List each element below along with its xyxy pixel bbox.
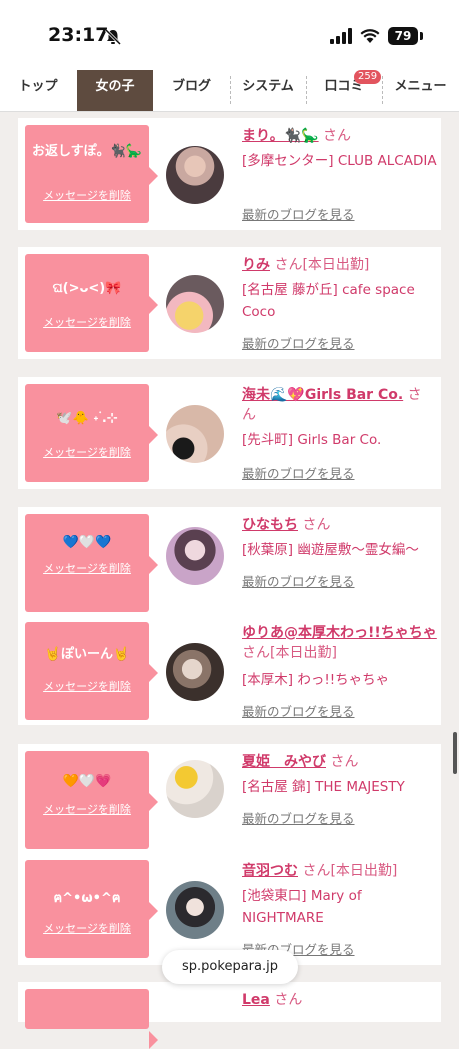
avatar[interactable] (166, 275, 224, 333)
message-text: ฅ^•ω•^ฅ (53, 891, 121, 906)
message-text: 🧡🤍💗 (62, 774, 112, 789)
name-suffix: さん (323, 128, 352, 144)
avatar[interactable] (166, 881, 224, 939)
girl-name-line: ひなもち さん (242, 515, 432, 535)
delete-message-link[interactable]: メッセージを削除 (25, 678, 149, 694)
girl-name-link[interactable]: Lea (242, 992, 270, 1008)
message-bubble (25, 989, 158, 1049)
delete-message-link[interactable]: メッセージを削除 (25, 444, 149, 460)
battery-indicator: 79 (388, 27, 418, 45)
girl-name-link[interactable]: りみ (242, 257, 270, 273)
shop-name[interactable]: [名古屋 錦] THE MAJESTY (242, 776, 438, 798)
wifi-icon (360, 29, 380, 43)
main-nav: トップ 女の子 ブログ システム 口コミ 259 メニュー (0, 70, 459, 112)
latest-blog-link[interactable]: 最新のブログを見る (242, 701, 355, 720)
girl-name-line: りみ さん[本日出勤] (242, 255, 432, 275)
message-text: 🕊️🐥 ˖ ࣪.⊹ (56, 411, 118, 426)
name-suffix: さん[本日出勤] (302, 863, 398, 879)
message-bubble: 🕊️🐥 ˖ ࣪.⊹ メッセージを削除 (25, 384, 158, 482)
tab-top[interactable]: トップ (0, 70, 76, 111)
message-bubble: ଘ(>ᴗ<)🎀 メッセージを削除 (25, 254, 158, 352)
shop-name[interactable]: [本厚木] わっ!!ちゃちゃ (242, 669, 438, 691)
message-bubble: ฅ^•ω•^ฅ メッセージを削除 (25, 860, 158, 958)
message-bubble: 🧡🤍💗 メッセージを削除 (25, 751, 158, 849)
cellular-signal-icon (330, 28, 352, 44)
girl-name-link[interactable]: 音羽つむ (242, 863, 298, 879)
latest-blog-link[interactable]: 最新のブログを見る (242, 463, 355, 482)
name-suffix: さん (302, 517, 331, 533)
message-card: ฅ^•ω•^ฅ メッセージを削除 音羽つむ さん[本日出勤] [池袋東口] Ma… (18, 853, 441, 965)
delete-message-link[interactable]: メッセージを削除 (25, 801, 149, 817)
shop-name[interactable]: [先斗町] Girls Bar Co. (242, 429, 438, 451)
message-text: 🤘ぽいーん🤘 (44, 647, 130, 662)
message-card: 🧡🤍💗 メッセージを削除 夏姫 みやび さん [名古屋 錦] THE MAJES… (18, 744, 441, 856)
avatar[interactable] (166, 146, 224, 204)
girl-name-line: 海未🌊💖Girls Bar Co. さん (242, 385, 432, 425)
latest-blog-link[interactable]: 最新のブログを見る (242, 808, 355, 827)
latest-blog-link[interactable]: 最新のブログを見る (242, 204, 355, 223)
message-card: 🕊️🐥 ˖ ࣪.⊹ メッセージを削除 海未🌊💖Girls Bar Co. さん … (18, 377, 441, 489)
avatar[interactable] (166, 405, 224, 463)
message-text: 💙🤍💙 (62, 535, 112, 550)
browser-url-bar[interactable]: sp.pokepara.jp (162, 950, 298, 984)
message-card: 🤘ぽいーん🤘 メッセージを削除 ゆりあ@本厚木わっ!!ちゃちゃ さん[本日出勤]… (18, 615, 441, 725)
delete-message-link[interactable]: メッセージを削除 (25, 314, 149, 330)
reviews-count-badge: 259 (354, 70, 382, 84)
girl-name-link[interactable]: ゆりあ@本厚木わっ!!ちゃちゃ (242, 625, 437, 641)
message-bubble: 🤘ぽいーん🤘 メッセージを削除 (25, 622, 158, 720)
shop-name[interactable]: [秋葉原] 幽遊屋敷〜霊女編〜 (242, 539, 438, 561)
name-suffix: さん[本日出勤] (274, 257, 370, 273)
avatar[interactable] (166, 760, 224, 818)
message-card: 💙🤍💙 メッセージを削除 ひなもち さん [秋葉原] 幽遊屋敷〜霊女編〜 最新の… (18, 507, 441, 619)
battery-tip (420, 32, 423, 40)
shop-name[interactable]: [名古屋 藤が丘] cafe space Coco (242, 279, 438, 323)
message-bubble: 💙🤍💙 メッセージを削除 (25, 514, 158, 612)
girl-name-line: まり。🐈‍⬛🦕 さん (242, 126, 432, 146)
message-bubble: お返しすぽ。🐈‍⬛🦕 メッセージを削除 (25, 125, 158, 223)
delete-message-link[interactable]: メッセージを削除 (25, 187, 149, 203)
shop-name[interactable]: [池袋東口] Mary of NIGHTMARE (242, 885, 438, 929)
delete-message-link[interactable]: メッセージを削除 (25, 920, 149, 936)
girl-name-line: ゆりあ@本厚木わっ!!ちゃちゃ さん[本日出勤] (242, 623, 437, 663)
girl-name-line: Lea さん (242, 990, 432, 1010)
scrollbar[interactable] (453, 732, 457, 774)
name-suffix: さん (274, 992, 303, 1008)
girl-name-link[interactable]: 夏姫 みやび (242, 754, 326, 770)
avatar[interactable] (166, 643, 224, 701)
girl-name-link[interactable]: ひなもち (242, 517, 298, 533)
message-text: ଘ(>ᴗ<)🎀 (52, 281, 122, 296)
name-suffix: さん[本日出勤] (242, 645, 337, 661)
bell-muted-icon (104, 28, 122, 46)
shop-name[interactable]: [多摩センター] CLUB ALCADIA (242, 150, 438, 172)
girl-name-line: 夏姫 みやび さん (242, 752, 432, 772)
status-time: 23:17 (48, 24, 109, 46)
girl-name-link[interactable]: 海未🌊💖Girls Bar Co. (242, 387, 403, 403)
message-card: ଘ(>ᴗ<)🎀 メッセージを削除 りみ さん[本日出勤] [名古屋 藤が丘] c… (18, 247, 441, 359)
tab-blog[interactable]: ブログ (153, 70, 230, 111)
tab-system[interactable]: システム (230, 70, 306, 111)
tab-girls[interactable]: 女の子 (77, 70, 153, 111)
girl-name-link[interactable]: まり。🐈‍⬛🦕 (242, 128, 319, 144)
tab-menu[interactable]: メニュー (382, 70, 459, 111)
latest-blog-link[interactable]: 最新のブログを見る (242, 333, 355, 352)
girl-name-line: 音羽つむ さん[本日出勤] (242, 861, 432, 881)
latest-blog-link[interactable]: 最新のブログを見る (242, 571, 355, 590)
status-bar: 23:17 79 (0, 0, 459, 70)
message-card: お返しすぽ。🐈‍⬛🦕 メッセージを削除 まり。🐈‍⬛🦕 さん [多摩センター] … (18, 118, 441, 230)
message-card: Lea さん (18, 982, 441, 1049)
name-suffix: さん (330, 754, 359, 770)
avatar[interactable] (166, 527, 224, 585)
delete-message-link[interactable]: メッセージを削除 (25, 560, 149, 576)
message-text: お返しすぽ。🐈‍⬛🦕 (31, 144, 143, 159)
